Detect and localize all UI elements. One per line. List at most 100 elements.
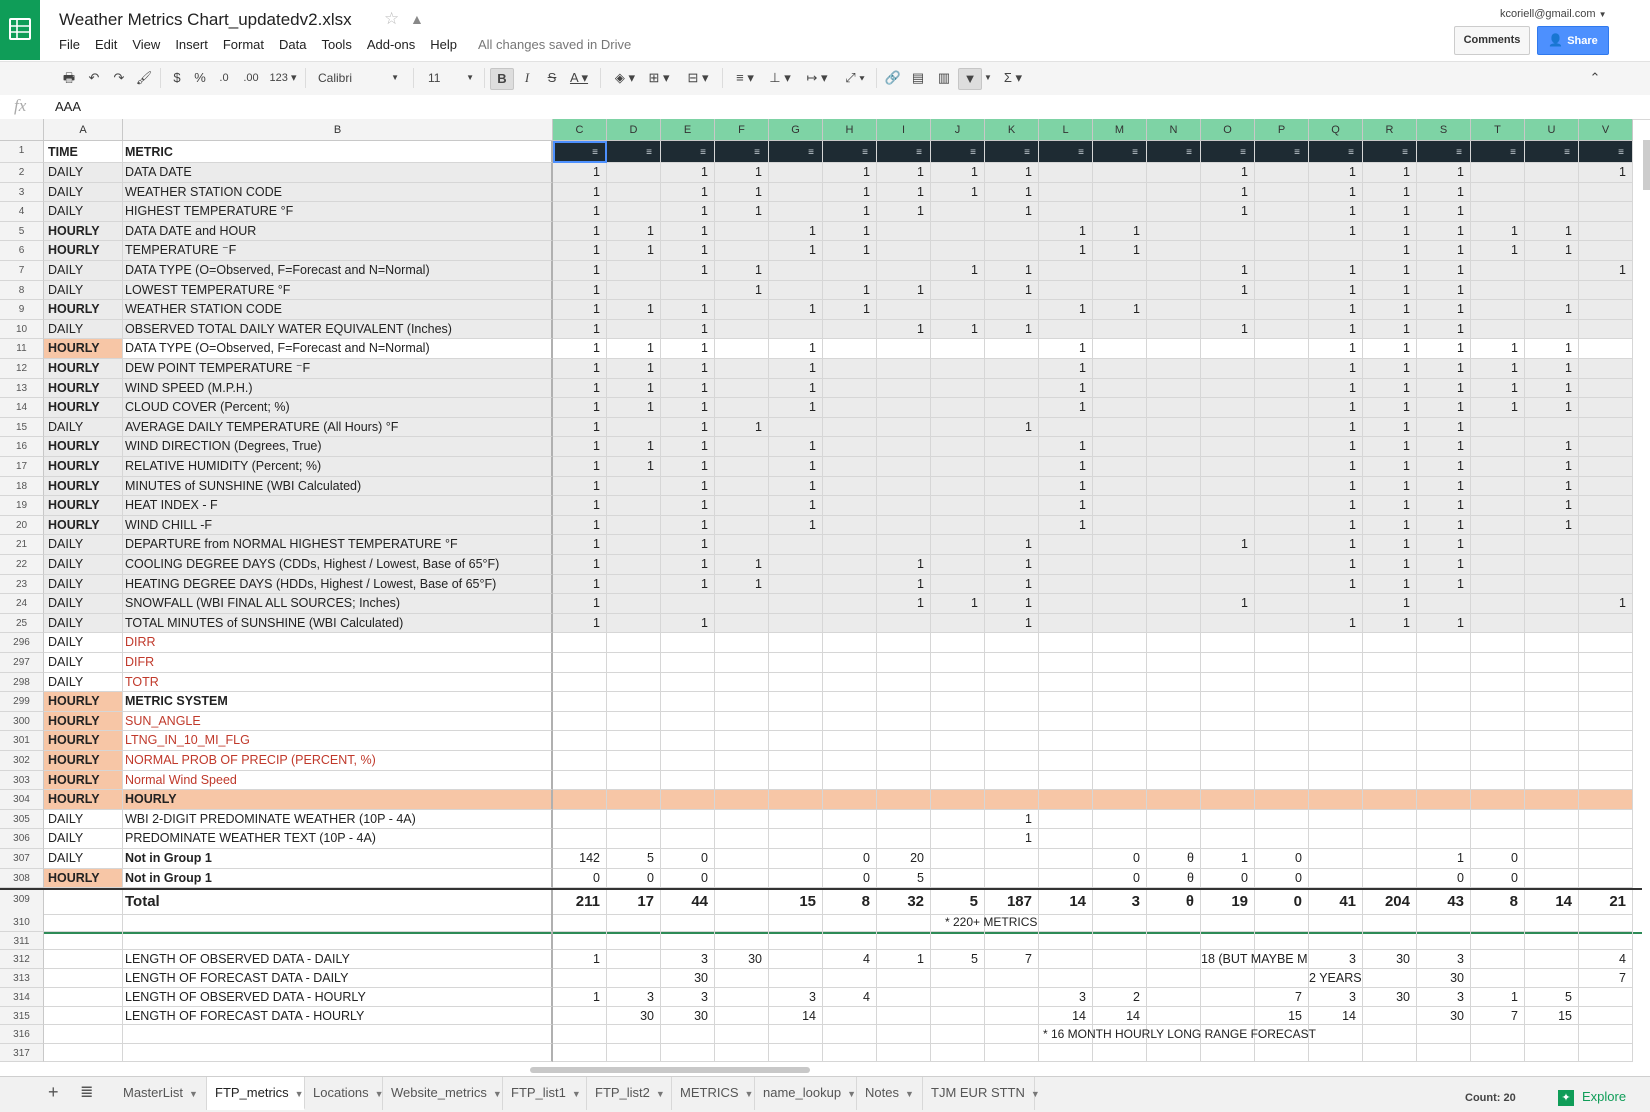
data-cell[interactable]: 1 (985, 202, 1039, 222)
data-cell[interactable]: 0 (1255, 890, 1309, 916)
data-cell[interactable]: 1 (661, 221, 715, 242)
data-cell[interactable] (1147, 790, 1201, 810)
data-cell[interactable] (1579, 1043, 1633, 1063)
data-cell[interactable] (1309, 594, 1363, 614)
time-cell[interactable]: DAILY (44, 555, 123, 575)
data-cell[interactable] (1579, 987, 1633, 1007)
data-cell[interactable] (715, 1006, 769, 1026)
data-cell[interactable]: 1 (661, 300, 715, 320)
metric-cell[interactable]: COOLING DEGREE DAYS (CDDs, Highest / Low… (123, 555, 553, 575)
data-cell[interactable] (607, 969, 661, 988)
data-cell[interactable] (553, 1006, 607, 1026)
data-cell[interactable]: 1 (1309, 457, 1363, 477)
data-cell[interactable] (1201, 300, 1255, 320)
column-header-u[interactable]: U (1525, 119, 1579, 141)
filter-icon[interactable]: ≡ (754, 143, 760, 162)
data-cell[interactable]: 1 (1417, 300, 1471, 320)
row-number[interactable]: 2 (0, 163, 44, 183)
data-cell[interactable] (823, 319, 877, 340)
selection-count[interactable]: Count: 20 (1465, 1092, 1516, 1104)
data-cell[interactable] (769, 692, 823, 712)
data-cell[interactable]: 0 (1417, 868, 1471, 889)
data-cell[interactable] (1471, 202, 1525, 222)
data-cell[interactable] (1255, 378, 1309, 399)
data-cell[interactable] (1471, 829, 1525, 849)
data-cell[interactable] (1525, 1025, 1579, 1044)
row-number[interactable]: 25 (0, 613, 44, 634)
chevron-down-icon[interactable]: ▼ (1031, 1089, 1040, 1099)
data-cell[interactable] (1417, 672, 1471, 693)
data-cell[interactable]: 1 (1309, 417, 1363, 438)
data-cell[interactable]: 1 (1309, 515, 1363, 536)
data-cell[interactable] (1525, 417, 1579, 438)
sheet-tab-locations[interactable]: Locations ▼ (305, 1077, 384, 1110)
chevron-down-icon[interactable]: ▼ (745, 1089, 754, 1099)
data-cell[interactable] (1201, 809, 1255, 830)
filter-icon[interactable]: ≡ (970, 143, 976, 162)
row-number[interactable]: 8 (0, 280, 44, 301)
column-header-p[interactable]: P (1255, 119, 1309, 141)
text-color-button[interactable]: A ▾ (566, 68, 592, 88)
data-cell[interactable]: 1 (661, 359, 715, 379)
column-header-k[interactable]: K (985, 119, 1039, 141)
data-cell[interactable]: 1 (1363, 476, 1417, 497)
filter-header-cell[interactable]: ≡ (1417, 141, 1471, 163)
data-cell[interactable]: 1 (769, 221, 823, 242)
menu-view[interactable]: View (132, 37, 160, 55)
data-cell[interactable] (931, 849, 985, 869)
text-wrap-icon[interactable]: ↦ ▾ (800, 68, 834, 88)
data-cell[interactable] (715, 890, 769, 916)
data-cell[interactable]: 30 (661, 969, 715, 988)
data-cell[interactable] (1255, 633, 1309, 653)
data-cell[interactable] (1039, 790, 1093, 810)
data-cell[interactable] (1255, 182, 1309, 203)
fill-color-icon[interactable]: ◈ ▾ (610, 68, 640, 88)
data-cell[interactable] (661, 931, 715, 951)
spreadsheet-grid[interactable]: A B C D E F G H I J K L M N O P Q R S T U V 1 TIME METRIC ≡ ≡ ≡ ≡ ≡ ≡ ≡… (0, 119, 1642, 1067)
data-cell[interactable]: 19 (1201, 890, 1255, 916)
data-cell[interactable] (553, 770, 607, 791)
time-cell[interactable]: DAILY (44, 182, 123, 203)
data-cell[interactable] (1471, 515, 1525, 536)
data-cell[interactable] (715, 1025, 769, 1044)
data-cell[interactable] (1363, 633, 1417, 653)
data-cell[interactable] (1417, 790, 1471, 810)
filter-icon[interactable]: ≡ (646, 143, 652, 162)
borders-icon[interactable]: ⊞ ▾ (645, 68, 673, 88)
data-cell[interactable] (877, 751, 931, 771)
data-cell[interactable]: 1 (1309, 163, 1363, 183)
row-number[interactable]: 14 (0, 398, 44, 418)
data-cell[interactable] (1417, 711, 1471, 732)
data-cell[interactable]: 1 (553, 987, 607, 1007)
data-cell[interactable] (769, 849, 823, 869)
data-cell[interactable]: 1 (553, 339, 607, 359)
row-number[interactable]: 20 (0, 515, 44, 536)
data-cell[interactable] (877, 221, 931, 242)
data-cell[interactable] (1363, 711, 1417, 732)
data-cell[interactable]: 1 (1417, 280, 1471, 301)
data-cell[interactable]: 1 (661, 319, 715, 340)
data-cell[interactable]: 1 (1201, 261, 1255, 281)
row-number[interactable]: 21 (0, 535, 44, 555)
data-cell[interactable] (607, 280, 661, 301)
data-cell[interactable]: 1 (553, 221, 607, 242)
data-cell[interactable] (985, 633, 1039, 653)
data-cell[interactable]: 1 (715, 202, 769, 222)
data-cell[interactable]: 1 (877, 950, 931, 969)
data-cell[interactable] (1309, 751, 1363, 771)
data-cell[interactable]: 1 (877, 555, 931, 575)
data-cell[interactable]: 2 (1093, 987, 1147, 1007)
data-cell[interactable]: 1 (1417, 241, 1471, 261)
data-cell[interactable]: 1 (1363, 594, 1417, 614)
data-cell[interactable] (715, 359, 769, 379)
menu-insert[interactable]: Insert (175, 37, 208, 55)
data-cell[interactable]: 1 (1363, 574, 1417, 595)
metric-cell[interactable]: WIND CHILL -F (123, 515, 553, 536)
data-cell[interactable]: 3 (1309, 987, 1363, 1007)
data-cell[interactable]: 1 (1471, 221, 1525, 242)
filter-icon[interactable]: ≡ (1132, 143, 1138, 162)
metric-cell[interactable]: WEATHER STATION CODE (123, 300, 553, 320)
time-cell[interactable] (44, 1043, 123, 1063)
data-cell[interactable] (1039, 613, 1093, 634)
data-cell[interactable] (553, 969, 607, 988)
